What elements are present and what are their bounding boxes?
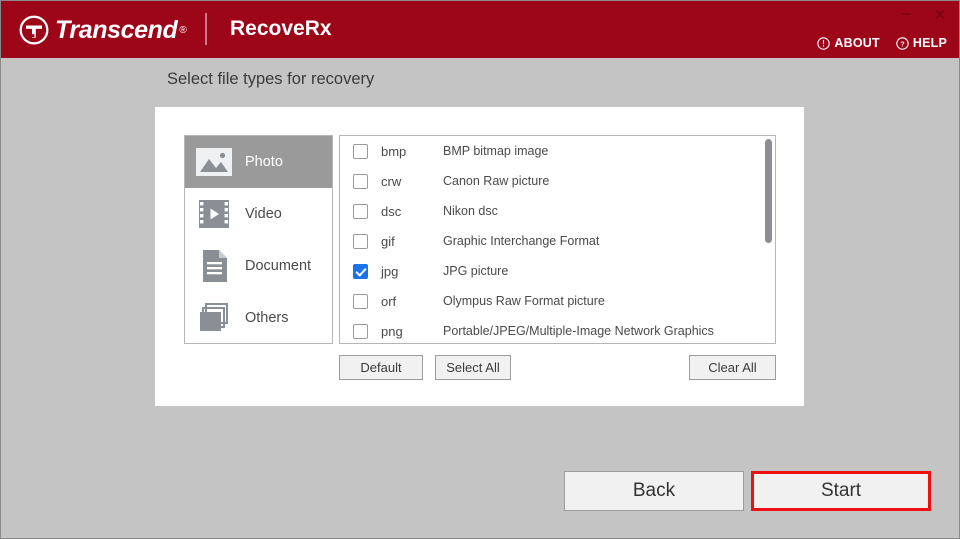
file-type-rows: bmp BMP bitmap image crw Canon Raw pictu… [340, 136, 775, 344]
file-type-description: Nikon dsc [443, 204, 498, 218]
header-links: ABOUT ? HELP [817, 36, 947, 50]
file-type-checkbox[interactable] [353, 324, 368, 339]
close-button[interactable]: ✕ [929, 6, 951, 24]
category-item-photo[interactable]: Photo [185, 136, 332, 188]
file-type-row[interactable]: bmp BMP bitmap image [340, 136, 775, 166]
file-type-row[interactable]: orf Olympus Raw Format picture [340, 286, 775, 316]
document-icon [193, 248, 235, 284]
file-type-checkbox[interactable] [353, 294, 368, 309]
header-divider [205, 13, 207, 45]
file-type-checkbox[interactable] [353, 234, 368, 249]
category-label: Document [245, 258, 311, 274]
info-circle-icon [817, 37, 830, 50]
help-button[interactable]: ? HELP [896, 36, 947, 50]
content-panel: Photo [155, 107, 804, 406]
about-label: ABOUT [834, 36, 879, 50]
page-title: Select file types for recovery [167, 70, 374, 89]
file-type-extension: orf [381, 294, 443, 309]
file-type-checkbox[interactable] [353, 204, 368, 219]
file-type-checkbox[interactable] [353, 144, 368, 159]
list-scrollbar-thumb[interactable] [765, 139, 772, 243]
category-label: Video [245, 206, 282, 222]
list-action-buttons: Default Select All Clear All [339, 355, 776, 380]
file-type-extension: dsc [381, 204, 443, 219]
file-type-description: Olympus Raw Format picture [443, 294, 605, 308]
brand-name: Transcend [55, 16, 177, 45]
file-type-list: bmp BMP bitmap image crw Canon Raw pictu… [339, 135, 776, 344]
recoverx-window: Transcend ® RecoveRx – ✕ ABOUT ? [0, 0, 960, 539]
file-type-checkbox[interactable] [353, 174, 368, 189]
about-button[interactable]: ABOUT [817, 36, 879, 50]
file-type-description: Graphic Interchange Format [443, 234, 599, 248]
file-type-checkbox[interactable] [353, 264, 368, 279]
file-type-extension: bmp [381, 144, 443, 159]
category-label: Others [245, 310, 289, 326]
app-header: Transcend ® RecoveRx – ✕ ABOUT ? [1, 1, 960, 58]
file-type-extension: jpg [381, 264, 443, 279]
back-button[interactable]: Back [564, 471, 744, 511]
file-type-extension: png [381, 324, 443, 339]
others-icon [193, 300, 235, 336]
file-type-row[interactable]: gif Graphic Interchange Format [340, 226, 775, 256]
file-type-row[interactable]: jpg JPG picture [340, 256, 775, 286]
minimize-button[interactable]: – [895, 3, 917, 27]
photo-icon [193, 144, 235, 180]
transcend-logo: Transcend ® [19, 13, 187, 47]
file-type-extension: crw [381, 174, 443, 189]
file-type-extension: gif [381, 234, 443, 249]
category-label: Photo [245, 154, 283, 170]
file-type-description: JPG picture [443, 264, 508, 278]
file-type-row[interactable]: crw Canon Raw picture [340, 166, 775, 196]
category-item-document[interactable]: Document [185, 240, 332, 292]
file-type-row[interactable]: png Portable/JPEG/Multiple-Image Network… [340, 316, 775, 344]
category-item-others[interactable]: Others [185, 292, 332, 344]
default-button[interactable]: Default [339, 355, 423, 380]
file-type-description: Portable/JPEG/Multiple-Image Network Gra… [443, 324, 714, 338]
file-type-description: Canon Raw picture [443, 174, 549, 188]
category-item-video[interactable]: Video [185, 188, 332, 240]
list-scrollbar[interactable] [765, 139, 772, 342]
help-label: HELP [913, 36, 947, 50]
select-all-button[interactable]: Select All [435, 355, 511, 380]
app-title: RecoveRx [230, 17, 332, 41]
start-button[interactable]: Start [751, 471, 931, 511]
file-type-row[interactable]: dsc Nikon dsc [340, 196, 775, 226]
transcend-logo-icon [19, 15, 49, 45]
window-controls: – ✕ [895, 3, 951, 27]
svg-text:?: ? [900, 39, 905, 48]
video-icon [193, 196, 235, 232]
file-type-description: BMP bitmap image [443, 144, 548, 158]
question-circle-icon: ? [896, 37, 909, 50]
category-list: Photo [184, 135, 333, 344]
brand-registered-mark: ® [179, 25, 186, 36]
clear-all-button[interactable]: Clear All [689, 355, 776, 380]
